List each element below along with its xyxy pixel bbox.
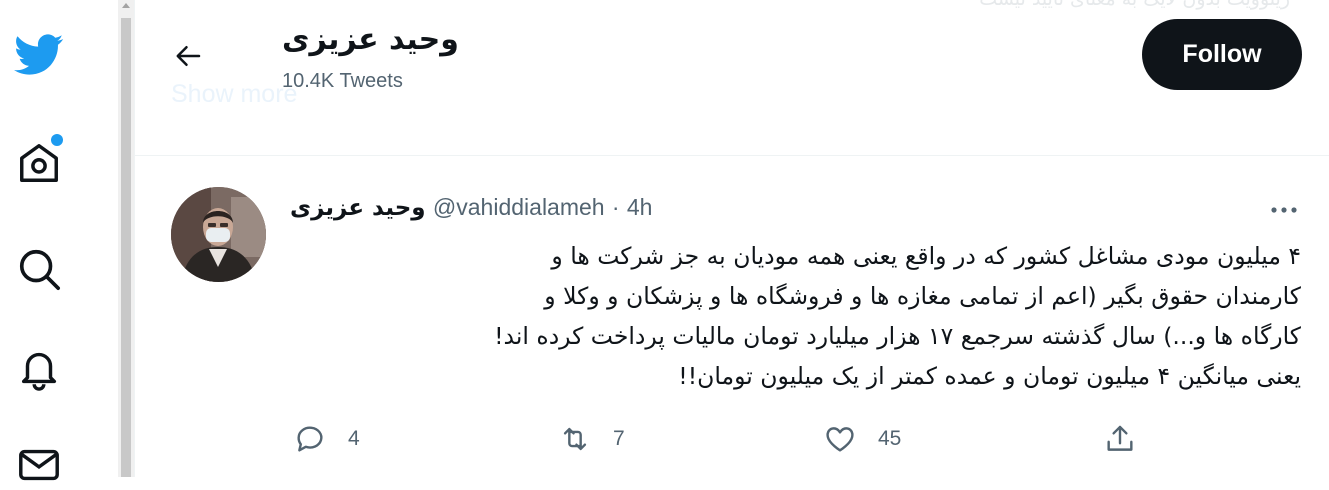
reply-button[interactable]: 4 <box>290 419 360 459</box>
tweet[interactable]: وحید عزیزی @vahiddialameh · 4h ۴ میلیون … <box>135 156 1329 477</box>
scrollbar[interactable] <box>118 0 134 477</box>
tweet-text-line: کارمندان حقوق بگیر (اعم از تمامی مغازه ه… <box>544 282 1301 310</box>
meta-separator: · <box>611 194 620 220</box>
scroll-up-arrow-icon[interactable] <box>122 3 130 8</box>
profile-name: وحید عزیزی <box>282 22 459 57</box>
notification-dot <box>51 134 63 146</box>
tweet-time[interactable]: 4h <box>627 194 653 220</box>
tweet-text-line: ۴ میلیون مودی مشاغل کشور که در واقع یعنی… <box>551 242 1301 270</box>
main-column: زیتوویت بدون لایک به معنای تایید نیست Sh… <box>134 0 1329 477</box>
tweet-text: ۴ میلیون مودی مشاغل کشور که در واقع یعنی… <box>275 236 1301 396</box>
notifications-icon[interactable] <box>14 343 64 393</box>
tweet-author-name[interactable]: وحید عزیزی <box>290 195 426 221</box>
tweet-meta: وحید عزیزی @vahiddialameh · 4h <box>290 194 652 221</box>
share-button[interactable] <box>1100 419 1140 459</box>
twitter-logo-icon[interactable] <box>14 30 64 80</box>
back-arrow-icon[interactable] <box>171 38 207 74</box>
profile-header: زیتوویت بدون لایک به معنای تایید نیست Sh… <box>135 0 1329 156</box>
tweet-count: 10.4K Tweets <box>282 70 403 92</box>
follow-button[interactable]: Follow <box>1142 19 1302 90</box>
retweet-count: 7 <box>613 427 625 450</box>
reply-count: 4 <box>348 427 360 450</box>
avatar[interactable] <box>171 187 266 282</box>
tweet-text-line: کارگاه ها و...) سال گذشته سرجمع ۱۷ هزار … <box>494 322 1301 350</box>
messages-icon[interactable] <box>14 440 64 490</box>
tweet-author-handle[interactable]: @vahiddialameh <box>433 194 605 220</box>
share-icon <box>1100 419 1140 459</box>
like-button[interactable]: 45 <box>820 419 901 459</box>
retweet-button[interactable]: 7 <box>555 419 625 459</box>
ghost-scrolled-text: زیتوویت بدون لایک به معنای تایید نیست <box>979 0 1290 10</box>
search-icon[interactable] <box>14 244 64 294</box>
more-options-icon[interactable] <box>1266 192 1302 228</box>
scrollbar-thumb[interactable] <box>121 18 131 477</box>
tweet-actions: 4 7 45 <box>290 419 1170 459</box>
left-nav <box>0 0 118 481</box>
heart-icon <box>820 419 860 459</box>
ghost-show-more: Show more <box>171 80 298 108</box>
tweet-text-line: یعنی میانگین ۴ میلیون تومان و عمده کمتر … <box>678 362 1301 390</box>
retweet-icon <box>555 419 595 459</box>
reply-icon <box>290 419 330 459</box>
like-count: 45 <box>878 427 902 450</box>
